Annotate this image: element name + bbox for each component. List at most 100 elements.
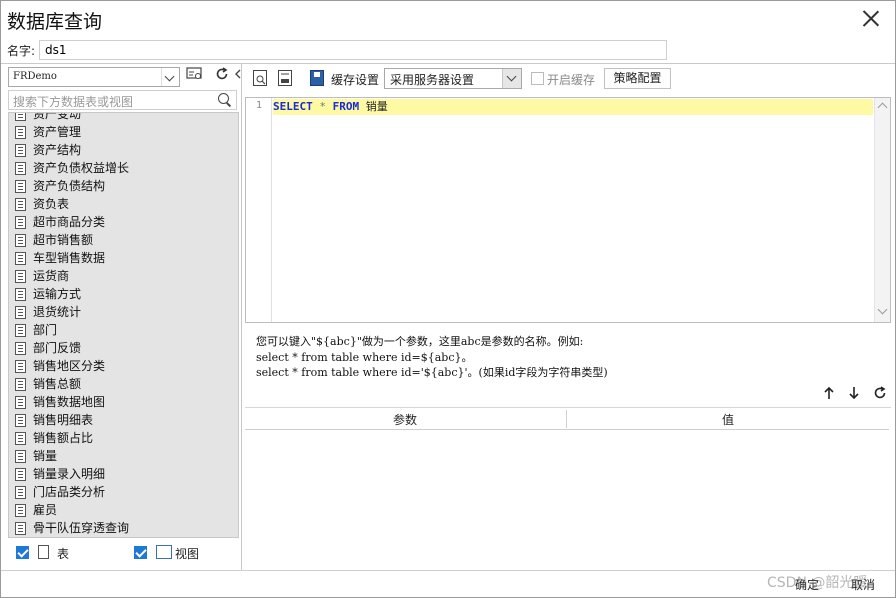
cache-mode-select[interactable]: 采用服务器设置 <box>384 68 522 89</box>
table-list-item[interactable]: 部门反馈 <box>9 339 129 357</box>
table-list-item[interactable]: 销售地区分类 <box>9 357 129 375</box>
query-toolbar: 缓存设置 采用服务器设置 开启缓存 策略配置 <box>245 66 893 92</box>
parameter-table-header: 参数 值 <box>245 408 889 430</box>
table-list-item[interactable]: 资负表 <box>9 195 129 213</box>
table-icon <box>15 342 26 355</box>
table-list-item[interactable]: 资产结构 <box>9 141 129 159</box>
table-list-item[interactable]: 退货统计 <box>9 303 129 321</box>
table-icon <box>38 545 49 559</box>
save-icon[interactable] <box>310 70 324 86</box>
table-icon <box>15 504 26 517</box>
table-icon <box>15 270 26 283</box>
name-label: 名字: <box>7 44 36 58</box>
table-list-item[interactable]: 销售明细表 <box>9 411 129 429</box>
table-name: 销售数据地图 <box>33 395 106 409</box>
table-list: 资产变动资产管理资产结构 资产负债权益增长 资产负债结构资负表超市商品分类 超市销售额… <box>8 112 239 538</box>
refresh-icon[interactable] <box>212 67 232 87</box>
enable-cache-checkbox[interactable] <box>531 72 544 85</box>
table-list-item[interactable]: 超市商品分类 <box>9 213 129 231</box>
table-name: 销售明细表 <box>33 413 94 427</box>
name-input[interactable] <box>39 40 667 60</box>
table-name: 资负表 <box>33 197 70 211</box>
table-list-item[interactable]: 资产负债权益增长 <box>9 159 129 177</box>
table-list-item[interactable]: 部门 <box>9 321 129 339</box>
line-number-gutter: 1 <box>246 98 272 322</box>
table-icon <box>15 234 26 247</box>
watermark: CSDN @韶光暖 <box>767 575 868 591</box>
scroll-up-icon[interactable] <box>877 102 888 113</box>
table-name: 资产管理 <box>33 125 82 139</box>
name-row: 名字: <box>1 38 895 62</box>
search-icon[interactable] <box>217 93 231 107</box>
table-list-item[interactable]: 销售数据地图 <box>9 393 129 411</box>
table-icon <box>15 324 26 337</box>
column-header-parameter[interactable]: 参数 <box>245 411 565 428</box>
show-tables-checkbox[interactable] <box>16 546 29 559</box>
table-list-item[interactable]: 车型销售数据 <box>9 249 129 267</box>
connection-settings-icon[interactable] <box>184 67 204 87</box>
table-name: 部门反馈 <box>33 341 82 355</box>
column-header-value[interactable]: 值 <box>567 411 889 428</box>
refresh-parameters-icon[interactable] <box>870 385 890 405</box>
parameter-table: 参数 值 <box>245 407 891 570</box>
close-icon[interactable] <box>861 8 881 28</box>
table-name: 骨干队伍穿透查询 <box>33 521 130 535</box>
table-icon <box>15 113 26 121</box>
help-line-1: 您可以键入"${abc}"做为一个参数，这里abc是参数的名称。例如: <box>256 335 584 348</box>
sql-document-icon[interactable] <box>278 70 292 86</box>
table-list-item[interactable]: 销量录入明细 <box>9 465 129 483</box>
dialog-title: 数据库查询 <box>7 11 103 33</box>
database-select-value: FRDemo <box>13 71 57 82</box>
show-views-checkbox[interactable] <box>134 546 147 559</box>
enable-cache-label: 开启缓存 <box>547 73 596 87</box>
table-icon <box>15 450 26 463</box>
table-name: 运输方式 <box>33 287 82 301</box>
table-list-item[interactable]: 运货商 <box>9 267 129 285</box>
chevron-down-icon[interactable] <box>161 68 179 86</box>
table-list-item[interactable]: 销量 <box>9 447 129 465</box>
table-list-item[interactable]: 资产管理 <box>9 123 129 141</box>
sql-editor[interactable]: 1 SELECT * FROM 销量 <box>245 97 891 323</box>
footer-divider <box>1 570 895 571</box>
cache-mode-value: 采用服务器设置 <box>390 73 475 87</box>
table-icon <box>15 468 26 481</box>
table-icon <box>15 216 26 229</box>
table-icon <box>15 432 26 445</box>
table-search-input[interactable]: 搜索下方数据表或视图 <box>8 90 237 110</box>
preview-icon[interactable] <box>253 70 267 86</box>
table-name: 门店品类分析 <box>33 485 106 499</box>
arrow-down-icon[interactable] <box>844 385 864 405</box>
table-list-item[interactable]: 运输方式 <box>9 285 129 303</box>
table-list-item[interactable]: 资产变动 <box>9 112 129 123</box>
cache-settings-label: 缓存设置 <box>331 73 380 87</box>
table-list-item[interactable]: 骨干队伍穿透查询 <box>9 519 129 537</box>
table-name: 销量 <box>33 449 58 463</box>
sql-keyword-select: SELECT <box>273 100 313 113</box>
table-name: 雇员 <box>33 503 58 517</box>
table-browser-panel: FRDemo 搜索下方数据表或视图 资产变动资产管理资产结构 资产负债权益增长 资产… <box>4 64 241 570</box>
table-icon <box>15 306 26 319</box>
scroll-down-icon[interactable] <box>877 304 888 315</box>
policy-config-button[interactable]: 策略配置 <box>604 68 671 89</box>
table-list-item[interactable]: 销售额占比 <box>9 429 129 447</box>
sql-code-line[interactable]: SELECT * FROM 销量 <box>273 99 388 115</box>
table-name: 车型销售数据 <box>33 251 106 265</box>
table-list-item[interactable]: 雇员 <box>9 501 129 519</box>
table-icon <box>15 180 26 193</box>
chevron-down-icon[interactable] <box>502 69 521 88</box>
table-list-item[interactable]: 超市销售额 <box>9 231 129 249</box>
table-name: 资产变动 <box>33 112 82 121</box>
table-icon <box>15 486 26 499</box>
title-bar: 数据库查询 <box>1 1 895 37</box>
sql-keyword-from: FROM <box>332 100 360 113</box>
table-list-item[interactable]: 资产负债结构 <box>9 177 129 195</box>
editor-scrollbar[interactable] <box>874 98 890 322</box>
parameter-help-text: 您可以键入"${abc}"做为一个参数，这里abc是参数的名称。例如: sele… <box>256 334 608 381</box>
arrow-up-icon[interactable] <box>819 385 839 405</box>
table-list-item[interactable]: 门店品类分析 <box>9 483 129 501</box>
table-list-item[interactable]: 销售总额 <box>9 375 129 393</box>
database-select[interactable]: FRDemo <box>8 67 180 87</box>
table-icon <box>15 198 26 211</box>
table-icon <box>15 378 26 391</box>
show-tables-label: 表 <box>57 547 70 561</box>
